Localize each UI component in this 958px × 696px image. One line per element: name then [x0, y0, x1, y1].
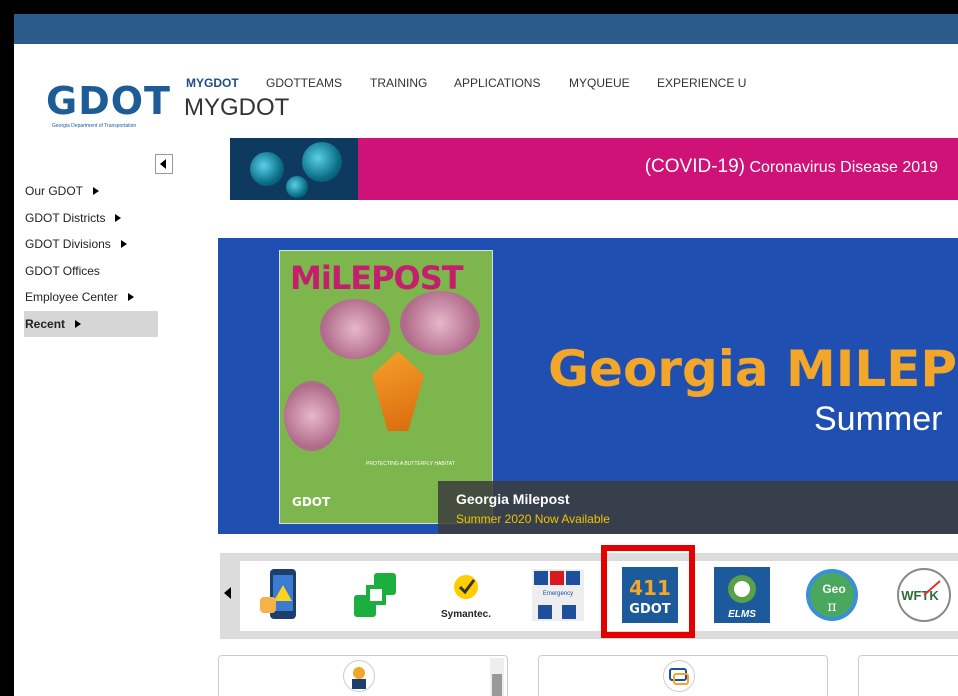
hero-caption-subtitle: Summer 2020 Now Available — [456, 512, 610, 526]
chat-icon — [663, 660, 695, 692]
nav-experience-u[interactable]: EXPERIENCE U — [657, 76, 746, 90]
flower-image — [400, 291, 480, 355]
svg-text:Symantec.: Symantec. — [441, 609, 491, 620]
svg-text:ELMS: ELMS — [728, 609, 756, 620]
wftk-clock-icon[interactable]: WFTK — [896, 567, 952, 623]
caret-right-icon — [93, 187, 100, 195]
svg-text:WFTK: WFTK — [901, 588, 939, 603]
selection-highlight-box — [601, 545, 695, 638]
page: GDOT Georgia Department of Transportatio… — [14, 14, 958, 696]
collapse-sidebar-button[interactable] — [155, 154, 173, 174]
quick-link-tile[interactable] — [858, 655, 958, 696]
sidebar-item-recent[interactable]: Recent — [24, 310, 158, 337]
nav-training[interactable]: TRAINING — [370, 76, 427, 90]
gdot-logo[interactable]: GDOT Georgia Department of Transportatio… — [46, 82, 170, 134]
worker-icon — [343, 660, 375, 692]
scrollbar-thumb[interactable] — [492, 674, 502, 696]
sidebar-item-gdot-divisions[interactable]: GDOT Divisions — [24, 231, 158, 258]
quick-link-tile[interactable] — [218, 655, 508, 696]
tile-scrollbar[interactable] — [490, 658, 504, 696]
covid-banner-rest: Coronavirus Disease 2019 — [745, 159, 938, 176]
sidebar-item-label: Employee Center — [25, 290, 118, 304]
app-carousel: Symantec. Emergency 411 GDOT ELMS Geo π WF… — [220, 553, 958, 639]
magazine-title: MiLEPOST — [290, 259, 464, 297]
hero-caption-title: Georgia Milepost — [456, 491, 570, 507]
sidebar: Our GDOT GDOT Districts GDOT Divisions G… — [24, 178, 158, 337]
nav-applications[interactable]: APPLICATIONS — [454, 76, 540, 90]
sidebar-item-gdot-offices[interactable]: GDOT Offices — [24, 258, 158, 285]
sidebar-item-label: Recent — [25, 316, 66, 331]
caret-right-icon — [115, 213, 122, 222]
flower-image — [320, 299, 390, 359]
magazine-logo: GDOT — [292, 495, 331, 509]
svg-text:Emergency: Emergency — [543, 591, 573, 597]
green-puzzle-app-icon[interactable] — [348, 567, 404, 623]
magazine-caption: PROTECTING A BUTTERFLY HABITAT — [366, 461, 455, 467]
gdot-mobile-app-icon[interactable] — [254, 567, 310, 623]
flower-image — [284, 381, 340, 451]
caret-right-icon — [75, 319, 82, 328]
sidebar-item-employee-center[interactable]: Employee Center — [24, 284, 158, 311]
virus-icon — [302, 142, 342, 182]
hero-caption: Georgia Milepost Summer 2020 Now Availab… — [438, 481, 958, 534]
caret-right-icon — [127, 293, 134, 301]
emergency-operations-center-icon[interactable]: Emergency — [530, 567, 586, 623]
caret-left-icon — [160, 159, 166, 169]
page-title: MYGDOT — [184, 94, 290, 121]
sidebar-item-label: GDOT Districts — [25, 210, 106, 225]
carousel-track: Symantec. Emergency 411 GDOT ELMS Geo π WF… — [240, 561, 958, 631]
sidebar-item-label: Our GDOT — [25, 184, 84, 198]
elms-icon[interactable]: ELMS — [714, 567, 770, 623]
sidebar-item-label: GDOT Offices — [25, 263, 100, 278]
svg-text:π: π — [827, 599, 836, 615]
sidebar-item-label: GDOT Divisions — [25, 237, 111, 251]
covid-banner[interactable]: (COVID-19) Coronavirus Disease 2019 — [230, 138, 958, 200]
logo-text: GDOT — [46, 79, 171, 123]
caret-right-icon — [120, 240, 127, 248]
logo-subtitle: Georgia Department of Transportation — [52, 123, 137, 129]
virus-icon — [250, 152, 284, 186]
svg-text:Geo: Geo — [822, 582, 845, 596]
carousel-prev-icon[interactable] — [224, 587, 231, 599]
virus-icon — [286, 176, 308, 198]
hero-title: Georgia MILEPO — [548, 340, 958, 398]
geo-pi-icon[interactable]: Geo π — [804, 567, 860, 623]
covid-banner-main: (COVID-19) — [644, 156, 745, 177]
hero-subtitle: Summer — [814, 400, 943, 438]
symantec-icon[interactable]: Symantec. — [438, 567, 494, 623]
sidebar-item-gdot-districts[interactable]: GDOT Districts — [24, 205, 158, 232]
coronavirus-image — [230, 138, 358, 200]
quick-link-tile[interactable] — [538, 655, 828, 696]
nav-mygdot[interactable]: MYGDOT — [186, 76, 239, 90]
screen-frame: GDOT Georgia Department of Transportatio… — [0, 0, 958, 696]
nav-myqueue[interactable]: MYQUEUE — [569, 76, 630, 90]
sidebar-item-our-gdot[interactable]: Our GDOT — [24, 178, 158, 205]
top-bar — [14, 14, 958, 44]
butterfly-image — [372, 351, 424, 431]
milepost-hero-banner[interactable]: MiLEPOST PROTECTING A BUTTERFLY HABITAT … — [218, 238, 958, 534]
nav-gdotteams[interactable]: GDOTTEAMS — [266, 76, 342, 90]
covid-banner-text: (COVID-19) Coronavirus Disease 2019 — [645, 156, 938, 178]
